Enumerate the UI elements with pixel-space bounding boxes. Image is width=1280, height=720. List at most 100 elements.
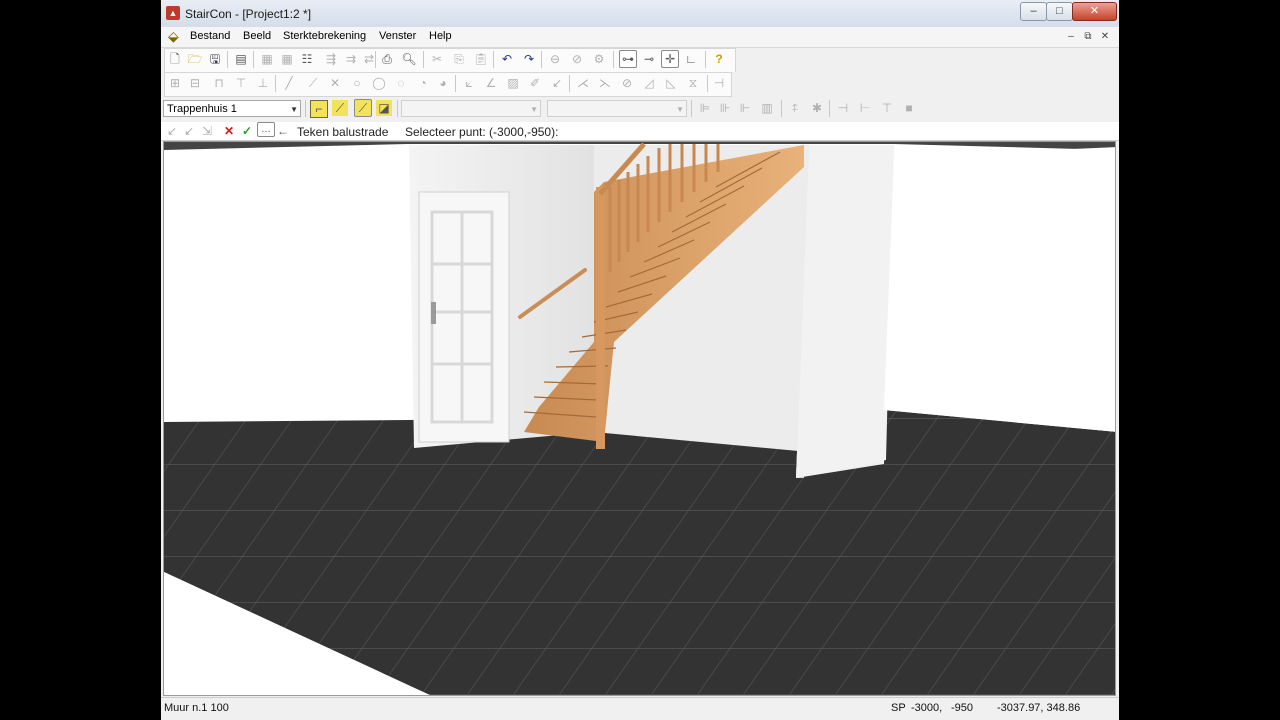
circle-3p-icon[interactable]: ◌ [393, 75, 409, 91]
post-icon[interactable]: ⊥ [255, 75, 271, 91]
fillet-icon[interactable]: ◿ [641, 75, 657, 91]
print-preview-icon[interactable]: 🔍︎ [401, 51, 417, 67]
snap-link-icon[interactable]: ⚙ [591, 51, 607, 67]
grid-icon[interactable]: ▦ [259, 51, 275, 67]
distribute-icon[interactable]: ▥ [759, 100, 775, 116]
status-sp-y: -950 [951, 702, 974, 714]
handrail-icon[interactable]: ⟋ [332, 100, 348, 116]
toolbar-standard: 🗋 🗁 🖫 ▤ ▦ ▦ ☷ ⇶ ⇉ ⇄ ⎙ 🔍︎ ✂ ⎘ 📋︎ ↶ ↷ ⊖ ⊘ … [161, 48, 1119, 73]
arc-alt-icon[interactable]: ◕ [435, 75, 451, 91]
snap-point-icon[interactable]: ⊶ [619, 50, 637, 68]
arrow-in-alt-icon[interactable]: ↙ [181, 123, 197, 139]
back-icon[interactable]: ← [275, 123, 291, 139]
leader-icon[interactable]: ↙ [549, 75, 565, 91]
layer-select[interactable]: Trappenhuis 1 ▼ [163, 100, 301, 117]
minimize-icon[interactable]: – [1020, 2, 1047, 21]
align-left-icon[interactable]: ⊫ [697, 100, 713, 116]
print-icon[interactable]: ⎙ [379, 51, 395, 67]
command-prompt: Selecteer punt: (-3000,-950): [405, 125, 559, 139]
new-file-icon[interactable]: 🗋 [167, 51, 183, 67]
mirror-icon[interactable]: ⧖ [685, 75, 701, 91]
paste-icon[interactable]: 📋︎ [473, 51, 489, 67]
align-top-icon[interactable]: ⍏ [787, 100, 803, 116]
open-folder-icon[interactable]: 🗁 [187, 51, 203, 67]
mdi-restore-icon[interactable]: ⧉ [1081, 30, 1095, 43]
cancel-icon[interactable]: ✕ [221, 123, 237, 139]
mdi-close-icon[interactable]: ✕ [1098, 30, 1112, 43]
settings-icon[interactable]: ☷ [299, 51, 315, 67]
align-center-icon[interactable]: ⊪ [717, 100, 733, 116]
align-right-icon[interactable]: ⊩ [737, 100, 753, 116]
extend-icon[interactable]: ⋋ [597, 75, 613, 91]
app-window: ▲ StairCon - [Project1:2 *] – □ ✕ ⬙ Best… [161, 0, 1119, 720]
copy-icon[interactable]: ⎘ [451, 51, 467, 67]
properties-icon[interactable]: ▤ [233, 51, 249, 67]
wall-icon[interactable]: ⊞ [167, 75, 183, 91]
chevron-down-icon: ▼ [290, 105, 298, 114]
arc-icon[interactable]: ◔ [415, 75, 431, 91]
import-icon[interactable]: ⇉ [343, 51, 359, 67]
menu-venster[interactable]: Venster [379, 30, 416, 42]
circle-alt-icon[interactable]: ◯ [371, 75, 387, 91]
arrow-out-icon[interactable]: ⇲ [199, 123, 215, 139]
text-icon[interactable]: ✐ [527, 75, 543, 91]
right-wall [884, 147, 1115, 432]
balustrade-icon[interactable]: ⟋ [354, 99, 372, 117]
hatch-icon[interactable]: ▨ [505, 75, 521, 91]
help-icon[interactable]: ? [711, 51, 727, 67]
mdi-minimize-icon[interactable]: – [1064, 30, 1078, 43]
polyline-icon[interactable]: ⟋ [305, 75, 321, 91]
dimension-icon[interactable]: ⟀ [461, 75, 477, 91]
cross-icon[interactable]: ✕ [327, 75, 343, 91]
right-pillar [796, 145, 894, 478]
snap-line-icon[interactable]: ⊸ [641, 51, 657, 67]
beam-icon[interactable]: ⊤ [233, 75, 249, 91]
menu-sterktebrekening[interactable]: Sterktebrekening [283, 30, 366, 42]
menu-bestand[interactable]: Bestand [190, 30, 230, 42]
menu-beeld[interactable]: Beeld [243, 30, 271, 42]
cut-icon[interactable]: ✂ [429, 51, 445, 67]
redo-icon[interactable]: ↷ [521, 51, 537, 67]
separator [829, 100, 830, 117]
grid-alt-icon[interactable]: ▦ [279, 51, 295, 67]
stringer-icon[interactable]: ◪ [376, 100, 392, 116]
separator [493, 51, 494, 68]
snap-end-icon[interactable]: ⊖ [547, 51, 563, 67]
maximize-icon[interactable]: □ [1046, 2, 1073, 21]
more-icon[interactable]: … [257, 122, 275, 137]
column-icon[interactable]: ⊓ [211, 75, 227, 91]
chamfer-icon[interactable]: ◺ [663, 75, 679, 91]
align-edge-right-icon[interactable]: ⊤ [879, 100, 895, 116]
snap-mid-icon[interactable]: ⊘ [569, 51, 585, 67]
status-bar: Muur n.1 100 SP -3000, -950 -3037.97, 34… [161, 697, 1119, 718]
app-icon: ▲ [166, 6, 180, 20]
chevron-down-icon: ▼ [676, 105, 684, 114]
measure-icon[interactable]: ⊣ [711, 75, 727, 91]
transfer-icon[interactable]: ⇶ [323, 51, 339, 67]
circle-icon[interactable]: ○ [349, 75, 365, 91]
angle-icon[interactable]: ∠ [483, 75, 499, 91]
command-bar: ↙ ↙ ⇲ ✕ ✓ … ← Teken balustrade Selecteer… [161, 122, 1119, 141]
align-edge-center-icon[interactable]: ⊢ [857, 100, 873, 116]
3d-viewport[interactable] [163, 141, 1116, 696]
ortho-icon[interactable]: ∟ [683, 51, 699, 67]
wall-edit-icon[interactable]: ⊟ [187, 75, 203, 91]
stair-scene [164, 142, 1115, 695]
style-select[interactable]: ▼ [401, 100, 541, 117]
align-middle-icon[interactable]: ✱ [809, 100, 825, 116]
line-icon[interactable]: ╱ [281, 75, 297, 91]
offset-icon[interactable]: ⊘ [619, 75, 635, 91]
confirm-icon[interactable]: ✓ [239, 123, 255, 139]
save-icon[interactable]: 🖫 [207, 51, 223, 67]
desktop: ▲ StairCon - [Project1:2 *] – □ ✕ ⬙ Best… [0, 0, 1280, 720]
trim-icon[interactable]: ⋌ [575, 75, 591, 91]
stair-icon[interactable]: ⌐ [310, 100, 328, 118]
material-select[interactable]: ▼ [547, 100, 687, 117]
arrow-in-icon[interactable]: ↙ [164, 123, 180, 139]
align-edge-left-icon[interactable]: ⊣ [835, 100, 851, 116]
undo-icon[interactable]: ↶ [499, 51, 515, 67]
menu-help[interactable]: Help [429, 30, 452, 42]
align-edge-full-icon[interactable]: ■ [901, 100, 917, 116]
close-icon[interactable]: ✕ [1072, 2, 1117, 21]
snap-cross-icon[interactable]: ✛ [661, 50, 679, 68]
